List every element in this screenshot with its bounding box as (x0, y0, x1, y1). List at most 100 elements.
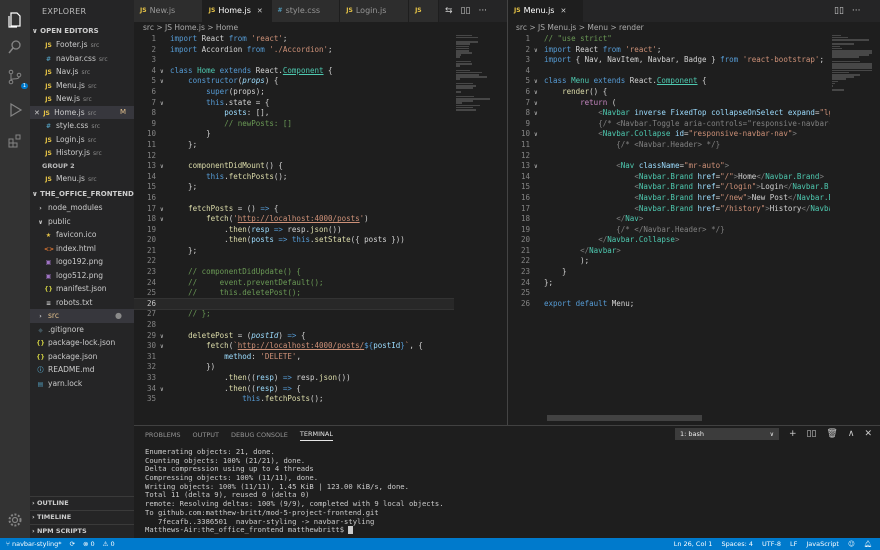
code-line[interactable]: 7 ∨ return ( (508, 98, 830, 109)
open-editor-item[interactable]: JS Nav.js src (30, 65, 134, 79)
close-icon[interactable]: ✕ (257, 0, 263, 22)
code-line[interactable]: 13 ∨ componentDidMount() { (134, 161, 454, 172)
close-panel-icon[interactable]: ✕ (864, 429, 872, 439)
code-line[interactable]: 9 // newPosts: [] (134, 119, 454, 130)
project-header[interactable]: ∨ THE_OFFICE_FRONTEND (30, 187, 134, 201)
right-code-editor[interactable]: 1 // "use strict" 2 ∨ import React from 're… (508, 34, 830, 425)
file-tree-item[interactable]: ▣ logo192.png (30, 255, 134, 269)
code-line[interactable]: 4 ∨ class Home extends React.Component { (134, 66, 454, 77)
code-line[interactable]: 24 // event.preventDefault(); (134, 278, 454, 289)
code-line[interactable]: 33 .then((resp) => resp.json()) (134, 373, 454, 384)
end-of-line[interactable]: LF (790, 538, 797, 550)
cursor-position[interactable]: Ln 26, Col 1 (674, 538, 713, 550)
close-icon[interactable]: ✕ (560, 0, 566, 22)
terminal-output[interactable]: Enumerating objects: 21, done. Counting o… (134, 444, 880, 535)
code-line[interactable]: 15 <Navbar.Brand href="/login">Login</Na… (508, 182, 830, 193)
code-line[interactable]: 17 ∨ fetchPosts = () => { (134, 204, 454, 215)
code-line[interactable]: 15 }; (134, 182, 454, 193)
right-minimap[interactable] (832, 34, 874, 91)
right-breadcrumb[interactable]: src > JS Menu.js > Menu > render (516, 22, 876, 34)
outline-section[interactable]: › OUTLINE (30, 496, 134, 508)
feedback-icon[interactable]: ☺ (848, 538, 855, 550)
code-line[interactable]: 7 ∨ this.state = { (134, 98, 454, 109)
editor-tab[interactable]: JS Home.js ✕ (202, 0, 272, 22)
code-line[interactable]: 25 // this.deletePost(); (134, 288, 454, 299)
code-line[interactable]: 34 ∨ .then((resp) => { (134, 384, 454, 395)
editor-tab[interactable]: JS (409, 0, 439, 22)
left-code-editor[interactable]: 1 import React from 'react'; 2 import Acc… (134, 34, 454, 425)
code-line[interactable]: 21 }; (134, 246, 454, 257)
file-tree-item[interactable]: <> index.html (30, 242, 134, 256)
code-line[interactable]: 13 ∨ <Nav className="mr-auto"> (508, 161, 830, 172)
code-line[interactable]: 26 (134, 297, 454, 311)
code-line[interactable]: 25 (508, 288, 830, 299)
code-line[interactable]: 10 } (134, 129, 454, 140)
editor-tab[interactable]: JS Login.js (340, 0, 410, 22)
code-line[interactable]: 23 } (508, 267, 830, 278)
file-tree-item[interactable]: {} package-lock.json (30, 336, 134, 350)
code-line[interactable]: 6 ∨ render() { (508, 87, 830, 98)
source-control-icon[interactable]: 1 (5, 67, 28, 89)
file-tree-item[interactable]: ≡ robots.txt (30, 296, 134, 310)
panel-tab-output[interactable]: OUTPUT (192, 431, 219, 439)
sync-icon[interactable]: ⟳ (70, 538, 75, 550)
code-line[interactable]: 2 import Accordion from './Accordion'; (134, 45, 454, 56)
errors-count[interactable]: ⊗ 0 (83, 538, 95, 550)
file-tree-item[interactable]: {} package.json (30, 350, 134, 364)
code-line[interactable]: 16 <Navbar.Brand href="/new">New Post</N… (508, 193, 830, 204)
file-tree-item[interactable]: › node_modules (30, 201, 134, 215)
editor-tab[interactable]: # style.css (271, 0, 341, 22)
terminal-prompt-line[interactable]: Matthews-Air:the_office_frontend matthew… (145, 525, 880, 535)
code-line[interactable]: 22 (134, 256, 454, 267)
code-line[interactable]: 2 ∨ import React from 'react'; (508, 45, 830, 56)
panel-tab-problems[interactable]: PROBLEMS (145, 431, 180, 439)
run-debug-icon[interactable] (5, 100, 25, 120)
split-editor-right-icon[interactable]: ▯▯ (834, 6, 844, 16)
maximize-panel-icon[interactable]: ∧ (848, 429, 855, 439)
code-line[interactable]: 1 // "use strict" (508, 34, 830, 45)
warnings-count[interactable]: ⚠ 0 (103, 538, 115, 550)
code-line[interactable]: 16 (134, 193, 454, 204)
npm-scripts-section[interactable]: › NPM SCRIPTS (30, 524, 134, 536)
code-line[interactable]: 27 // }; (134, 309, 454, 320)
code-line[interactable]: 10 ∨ <Navbar.Collapse id="responsive-navb… (508, 129, 830, 140)
code-line[interactable]: 3 import { Nav, NavItem, Navbar, Badge }… (508, 55, 830, 66)
more-actions-icon[interactable]: ··· (478, 6, 487, 16)
open-editor-item[interactable]: JS New.js src (30, 92, 134, 106)
code-line[interactable]: 18 </Nav> (508, 214, 830, 225)
explorer-icon[interactable] (5, 10, 25, 30)
left-breadcrumb[interactable]: src > JS Home.js > Home (143, 22, 503, 34)
editor-tab[interactable]: JS New.js (134, 0, 203, 22)
code-line[interactable]: 21 </Navbar> (508, 246, 830, 257)
code-line[interactable]: 23 // componentDidUpdate() { (134, 267, 454, 278)
notifications-bell-icon[interactable]: 🔔︎ (864, 538, 872, 550)
open-editors-header[interactable]: ∨ OPEN EDITORS (30, 24, 134, 38)
open-editor-item[interactable]: JS Footer.js src (30, 38, 134, 52)
extensions-icon[interactable] (5, 131, 25, 151)
code-line[interactable]: 3 (134, 55, 454, 66)
terminal-select[interactable]: 1: bash ∨ (674, 428, 779, 440)
code-line[interactable]: 12 (508, 151, 830, 162)
code-line[interactable]: 11 {/* <Navbar.Header> */} (508, 140, 830, 151)
code-line[interactable]: 4 (508, 66, 830, 77)
code-line[interactable]: 19 .then(resp => resp.json()) (134, 225, 454, 236)
code-line[interactable]: 19 {/* </Navbar.Header> */} (508, 225, 830, 236)
timeline-section[interactable]: › TIMELINE (30, 510, 134, 522)
encoding[interactable]: UTF-8 (762, 538, 781, 550)
file-tree-item[interactable]: ∨ public (30, 215, 134, 229)
code-line[interactable]: 28 (134, 320, 454, 331)
indentation[interactable]: Spaces: 4 (721, 538, 753, 550)
branch-status[interactable]: ⑂ navbar-styling* (6, 538, 62, 550)
code-line[interactable]: 5 ∨ constructor(props) { (134, 76, 454, 87)
settings-gear-icon[interactable] (5, 510, 25, 530)
code-line[interactable]: 22 ); (508, 256, 830, 267)
trash-icon[interactable]: 🗑 (826, 429, 837, 439)
code-line[interactable]: 26 export default Menu; (508, 299, 830, 310)
file-tree-item[interactable]: › src ● (30, 309, 134, 323)
more-actions-right-icon[interactable]: ··· (852, 6, 861, 16)
code-line[interactable]: 18 ∨ fetch('http://localhost:4000/posts') (134, 214, 454, 225)
open-editor-item[interactable]: ✕ JS Home.js src M (30, 105, 134, 119)
split-editor-icon[interactable]: ▯▯ (461, 6, 471, 16)
open-editor-item[interactable]: JS Menu.js src (30, 79, 134, 93)
panel-tab-debug-console[interactable]: DEBUG CONSOLE (231, 431, 288, 439)
